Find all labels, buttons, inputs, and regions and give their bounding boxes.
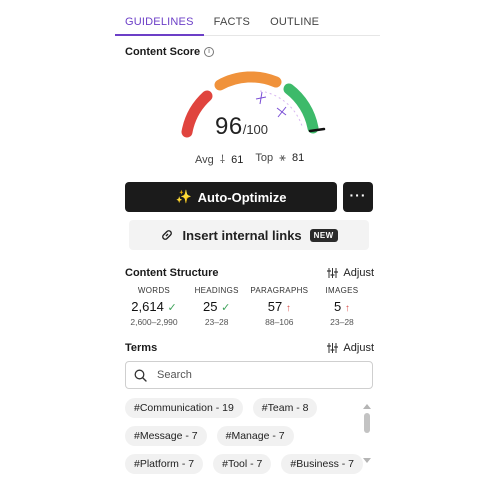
gauge-top-marker (276, 106, 287, 118)
terms-row: #Communication - 19 #Team - 8 (125, 398, 355, 418)
internal-links-label: Insert internal links (182, 227, 302, 243)
metric-range: 88–106 (265, 317, 294, 327)
check-icon: ✓ (221, 302, 231, 314)
scroll-down-arrow-icon[interactable] (363, 458, 371, 463)
avg-label: Avg (195, 154, 214, 166)
auto-optimize-label: Auto-Optimize (197, 189, 287, 205)
metric-number: 2,614 (131, 299, 164, 314)
score-stats: Avg ⸸ 61 Top ⚹ 81 (195, 152, 304, 167)
insert-internal-links-button[interactable]: Insert internal links NEW (129, 220, 369, 250)
metric-label: HEADINGS (194, 286, 239, 295)
metric-label: IMAGES (325, 286, 359, 295)
auto-optimize-button[interactable]: ✨ Auto-Optimize (125, 182, 337, 212)
metric-label: WORDS (137, 286, 171, 295)
terms-row: #Platform - 7 #Tool - 7 #Business - 7 (125, 454, 364, 474)
term-chip[interactable]: #Business - 7 (281, 454, 364, 474)
tab-bar: GUIDELINES FACTS OUTLINE (115, 10, 380, 36)
terms-scrollbar[interactable] (363, 404, 371, 464)
metric-value: 25 ✓ (186, 299, 248, 314)
sparkles-icon: ✨ (175, 189, 192, 204)
gauge-segment-mid (214, 71, 282, 91)
metric-words: WORDS 2,614 ✓ 2,600–2,990 (123, 286, 185, 327)
gauge-avg-marker (255, 91, 267, 105)
metric-number: 25 (203, 299, 218, 314)
term-chip[interactable]: #Team - 8 (252, 398, 318, 418)
scroll-up-arrow-icon[interactable] (363, 404, 371, 409)
avg-icon: ⸸ (216, 154, 229, 166)
term-chip[interactable]: #Platform - 7 (125, 454, 204, 474)
score-gauge (181, 71, 326, 138)
tab-guidelines[interactable]: GUIDELINES (115, 10, 204, 36)
score-max: /100 (242, 122, 269, 137)
search-input[interactable] (157, 369, 347, 381)
link-icon (162, 230, 173, 240)
top-icon: ⚹ (276, 152, 289, 164)
metric-range: 2,600–2,990 (130, 317, 178, 327)
check-icon: ✓ (167, 302, 177, 314)
metric-value: 2,614 ✓ (123, 299, 185, 314)
metric-range: 23–28 (330, 317, 354, 327)
search-icon (134, 369, 147, 382)
term-chip[interactable]: #Communication - 19 (125, 398, 243, 418)
gauge-segment-low (181, 90, 213, 138)
metric-number: 5 (334, 299, 342, 314)
gauge-segment-high (283, 83, 319, 134)
metric-paragraphs: PARAGRAPHS 57 ↑ 88–106 (248, 286, 310, 327)
score-value: 96/100 (215, 113, 268, 141)
new-badge: NEW (309, 228, 338, 242)
adjust-label: Adjust (343, 342, 374, 354)
guidelines-panel: GUIDELINES FACTS OUTLINE Content Score i… (115, 0, 380, 480)
term-chip[interactable]: #Message - 7 (125, 426, 207, 446)
terms-row: #Message - 7 #Manage - 7 (125, 426, 355, 446)
metric-headings: HEADINGS 25 ✓ 23–28 (186, 286, 248, 327)
top-label: Top (255, 152, 274, 164)
metric-value: 57 ↑ (248, 299, 310, 314)
scroll-thumb[interactable] (364, 413, 370, 433)
terms-list: #Communication - 19 #Team - 8 #Message -… (125, 398, 364, 480)
content-metrics: WORDS 2,614 ✓ 2,600–2,990 HEADINGS 25 ✓ … (123, 286, 373, 327)
content-structure-adjust-button[interactable]: Adjust (327, 267, 374, 279)
tab-outline[interactable]: OUTLINE (260, 10, 329, 36)
sliders-icon (327, 268, 339, 278)
top-value: 81 (292, 152, 305, 164)
metric-range: 23–28 (204, 317, 229, 327)
content-score-title: Content Score (125, 46, 201, 58)
content-structure-title: Content Structure (125, 267, 219, 279)
arrow-up-icon: ↑ (285, 303, 291, 314)
score-number: 96 (215, 113, 243, 140)
more-options-button[interactable]: ··· (343, 182, 373, 212)
sliders-icon (327, 343, 339, 353)
terms-search[interactable] (125, 361, 373, 389)
term-chip[interactable]: #Tool - 7 (213, 454, 272, 474)
metric-images: IMAGES 5 ↑ 23–28 (311, 286, 373, 327)
metric-number: 57 (267, 299, 283, 314)
avg-stat: Avg ⸸ 61 (195, 152, 243, 167)
metric-label: PARAGRAPHS (250, 286, 309, 295)
info-icon[interactable]: i (204, 47, 214, 57)
top-stat: Top ⚹ 81 (255, 152, 304, 167)
term-chip[interactable]: #Manage - 7 (216, 426, 294, 446)
avg-value: 61 (231, 154, 244, 166)
adjust-label: Adjust (343, 267, 374, 279)
tab-facts[interactable]: FACTS (204, 10, 260, 36)
terms-title: Terms (125, 342, 158, 354)
arrow-up-icon: ↑ (344, 303, 350, 314)
metric-value: 5 ↑ (311, 299, 373, 314)
terms-adjust-button[interactable]: Adjust (327, 342, 374, 354)
